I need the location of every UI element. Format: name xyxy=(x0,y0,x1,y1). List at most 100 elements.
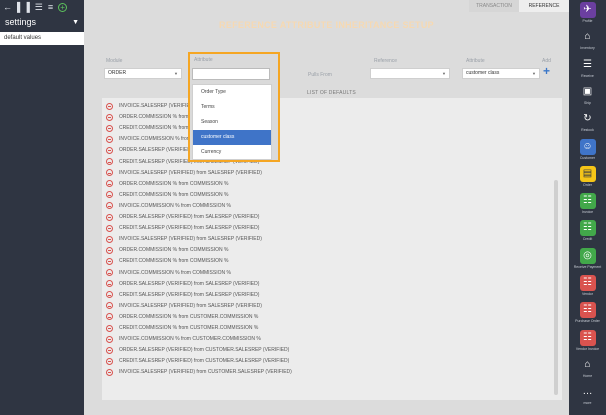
pulls-from-label: Pulls From xyxy=(308,72,332,78)
list-item-text: CREDIT.COMMISSION % from COMMISSION % xyxy=(119,191,229,198)
nav-item-invoice[interactable]: ☷ Invoice xyxy=(569,193,606,214)
nav-item-profile[interactable]: ✈ Profile xyxy=(569,2,606,23)
remove-circle-icon[interactable] xyxy=(106,202,113,210)
remove-circle-icon[interactable] xyxy=(106,235,113,243)
remove-circle-icon[interactable] xyxy=(106,313,113,321)
list-item-text: INVOICE.SALESREP (VERIFIED) from CUSTOME… xyxy=(119,369,292,376)
remove-circle-icon[interactable] xyxy=(106,324,113,332)
list-item-text: ORDER.COMMISSION % from CUSTOMER.COMMISS… xyxy=(119,313,259,320)
remove-circle-icon[interactable] xyxy=(106,346,113,354)
reference-select[interactable]: ▼ xyxy=(370,68,450,79)
vendor-icon: ☷ xyxy=(579,275,596,291)
caret-down-icon: ▼ xyxy=(442,71,446,76)
nav-item-home[interactable]: ⌂ Home xyxy=(569,357,606,378)
nav-item-vendor[interactable]: ☷ Vendor xyxy=(569,275,606,296)
truck-icon: ▣ xyxy=(582,85,593,97)
sidebar-item-default-values[interactable]: default values xyxy=(0,32,84,45)
nav-item-receive-payment[interactable]: ◎ Receive Payment xyxy=(569,247,606,269)
remove-circle-icon[interactable] xyxy=(106,135,113,143)
nav-item-customer[interactable]: ☺ Customer xyxy=(569,138,606,160)
remove-circle-icon[interactable] xyxy=(106,169,113,177)
caret-down-icon: ▼ xyxy=(174,71,178,76)
remove-circle-icon[interactable] xyxy=(106,291,113,299)
tab-transaction[interactable]: TRANSACTION xyxy=(469,0,519,12)
nav-item-label: Credit xyxy=(582,237,593,242)
remove-circle-icon[interactable] xyxy=(106,280,113,288)
nav-item-ship[interactable]: ▣ Ship xyxy=(569,84,606,105)
list-item: ORDER.SALESREP (VERIFIED) from SALESREP … xyxy=(106,212,259,222)
target-attribute-label: Attribute xyxy=(466,58,485,64)
module-select[interactable]: ORDER ▼ xyxy=(104,68,182,79)
remove-circle-icon[interactable] xyxy=(106,180,113,188)
nav-item-restock[interactable]: ↻ Restock xyxy=(569,111,606,132)
nav-item-label: Invoice xyxy=(581,210,594,215)
nav-item-inventory[interactable]: ⌂ Inventory xyxy=(569,29,606,50)
remove-circle-icon[interactable] xyxy=(106,191,113,199)
list-title: LIST OF DEFAULTS xyxy=(307,90,356,96)
invoice-icon: ☷ xyxy=(579,193,596,210)
remove-circle-icon[interactable] xyxy=(106,269,113,276)
scrollbar[interactable] xyxy=(554,180,558,395)
attribute-option-order-type[interactable]: Order Type xyxy=(193,85,271,100)
menu-icon[interactable]: ≡ xyxy=(48,2,53,12)
credit-icon: ☷ xyxy=(579,220,596,237)
page-title: REFERENCE ATTRIBUTE INHERITANCE SETUP xyxy=(219,20,434,30)
remove-circle-icon[interactable] xyxy=(106,368,113,376)
bar-chart-icon[interactable]: ▌▐ xyxy=(17,2,30,12)
attribute-option-currency[interactable]: Currency xyxy=(193,145,271,160)
remove-circle-icon[interactable] xyxy=(106,102,113,110)
nav-item-label: Restock xyxy=(581,128,594,133)
nav-item-label: Ship xyxy=(583,100,591,105)
list-item: ORDER.COMMISSION % from CUSTOMER.COMMISS… xyxy=(106,312,258,322)
remove-circle-icon[interactable] xyxy=(106,158,113,165)
nav-item-vendor-invoice[interactable]: ☷ Vendor Invoice xyxy=(569,329,606,351)
add-plus-icon[interactable]: + xyxy=(543,64,550,78)
remove-circle-icon[interactable] xyxy=(106,335,113,343)
nav-item-label: more xyxy=(583,401,592,406)
clipboard-icon: ☰ xyxy=(583,58,592,70)
attribute-input[interactable] xyxy=(192,68,270,80)
back-arrow-icon[interactable]: ← xyxy=(3,2,12,12)
reference-label: Reference xyxy=(374,58,398,64)
list-item-text: ORDER.SALESREP (VERIFIED) from CUSTOMER.… xyxy=(119,347,290,354)
list-item-text: CREDIT.SALESREP (VERIFIED) from SALESREP… xyxy=(119,225,260,232)
remove-circle-icon[interactable] xyxy=(106,246,113,254)
tab-reference[interactable]: REFERENCE xyxy=(519,0,569,12)
po-icon: ☷ xyxy=(579,302,596,319)
module-label: Module xyxy=(106,58,123,64)
list-item: INVOICE.COMMISSION % from COMMISSION % xyxy=(106,201,231,211)
list-item-text: ORDER.COMMISSION % from COMMISSION % xyxy=(119,180,229,187)
nav-item-purchase-order[interactable]: ☷ Purchase Order xyxy=(569,302,606,323)
attribute-option-terms[interactable]: Terms xyxy=(193,100,271,115)
attribute-option-customer-class[interactable]: customer class xyxy=(193,130,271,145)
nav-item-more[interactable]: … more xyxy=(569,384,606,405)
remove-circle-icon[interactable] xyxy=(106,146,113,154)
remove-circle-icon[interactable] xyxy=(106,357,113,365)
list-item: INVOICE.COMMISSION % from CUSTOMER.COMMI… xyxy=(106,334,261,344)
nav-item-receive[interactable]: ☰ Receive xyxy=(569,57,606,78)
target-attribute-select[interactable]: customer class ▼ xyxy=(462,68,540,79)
remove-circle-icon[interactable] xyxy=(106,224,113,232)
nav-item-label: Order xyxy=(583,182,592,187)
list-item-text: CREDIT.COMMISSION % from COMMISSION % xyxy=(119,258,229,265)
nav-item-credit[interactable]: ☷ Credit xyxy=(569,220,606,241)
list-item: ORDER.SALESREP (VERIFIED) from CUSTOMER.… xyxy=(106,345,289,355)
list-item: ORDER.COMMISSION % from COMMISSION % xyxy=(106,245,228,255)
settings-header[interactable]: settings ▼ xyxy=(0,14,84,30)
list-item-text: ORDER.SALESREP (VERIFIED) from SALESREP … xyxy=(119,214,260,220)
remove-circle-icon[interactable] xyxy=(106,113,113,121)
attribute-option-season[interactable]: Season xyxy=(193,115,271,130)
remove-circle-icon[interactable] xyxy=(106,302,113,310)
remove-circle-icon[interactable] xyxy=(106,213,113,221)
remove-circle-icon[interactable] xyxy=(106,124,113,132)
chevron-down-icon[interactable]: ▼ xyxy=(72,19,79,26)
right-sidebar: ✈ Profile ⌂ Inventory ☰ Receive ▣ Ship ↻ Restock ☺… xyxy=(569,0,606,415)
list-item-text: CREDIT.SALESREP (VERIFIED) from SALESREP… xyxy=(119,291,260,298)
main-panel: TRANSACTION REFERENCE REFERENCE ATTRIBUT… xyxy=(84,0,569,415)
list-item-text: ORDER.SALESREP (VERIFIED) from SALESREP … xyxy=(119,280,260,287)
nav-item-order[interactable]: ▤ Order xyxy=(569,165,606,187)
remove-circle-icon[interactable] xyxy=(106,257,113,265)
attribute-label: Attribute xyxy=(194,57,213,63)
list-icon[interactable]: ☰ xyxy=(35,2,43,13)
add-circle-icon[interactable]: + xyxy=(58,2,68,12)
